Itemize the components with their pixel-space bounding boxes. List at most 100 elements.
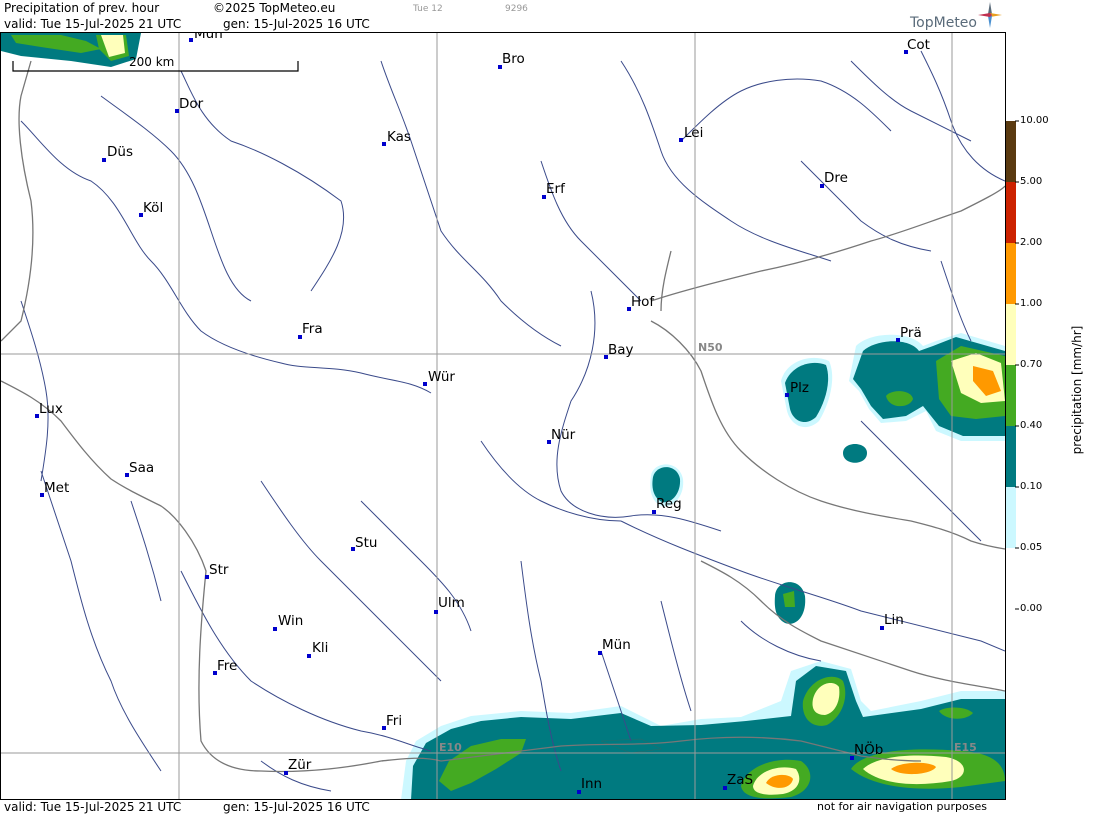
svg-text:Fri: Fri — [386, 713, 402, 729]
brand-logo-text: TopMeteo — [910, 15, 977, 31]
legend-swatch — [1006, 182, 1016, 243]
city-marker: Nür — [547, 427, 576, 444]
rivers — [20, 50, 1006, 792]
city-marker: Met — [40, 480, 69, 497]
svg-text:Ulm: Ulm — [438, 595, 465, 611]
legend-tick: 1.00 — [1020, 298, 1043, 309]
header-bar: Precipitation of prev. hour ©2025 TopMet… — [0, 0, 1005, 32]
legend-swatch — [1006, 304, 1016, 365]
svg-text:Prä: Prä — [900, 325, 922, 341]
legend-tick: 0.00 — [1020, 603, 1043, 614]
day-tag: Tue 12 — [413, 4, 443, 14]
country-borders — [0, 60, 1006, 773]
legend-swatch — [1006, 365, 1016, 426]
city-marker: Bay — [604, 342, 634, 359]
compass-logo-icon — [978, 2, 1002, 28]
footer-generated-time: gen: 15-Jul-2025 16 UTC — [223, 800, 370, 814]
svg-text:Lux: Lux — [39, 401, 63, 417]
city-marker: Stu — [351, 535, 377, 551]
city-marker: Kas — [382, 129, 411, 146]
city-marker: Erf — [542, 181, 566, 199]
city-marker: Str — [205, 562, 229, 579]
svg-text:Mün: Mün — [194, 33, 223, 42]
svg-text:Nür: Nür — [551, 427, 576, 443]
city-marker: Fre — [213, 658, 237, 675]
scale-label: 200 km — [129, 55, 174, 69]
city-marker: Wür — [423, 369, 455, 386]
city-marker: Fri — [382, 713, 402, 730]
city-marker: Inn — [577, 776, 602, 794]
svg-text:NÖb: NÖb — [854, 740, 883, 758]
svg-text:Fre: Fre — [217, 658, 237, 674]
svg-text:Dor: Dor — [179, 96, 204, 112]
legend-tick: 0.10 — [1020, 481, 1043, 492]
svg-text:ZaS: ZaS — [727, 772, 753, 788]
svg-text:Str: Str — [209, 562, 229, 578]
precipitation-map[interactable]: N50 E10 E15 200 km Mün Bro Cot Dor Kas L… — [0, 26, 1006, 800]
city-marker: Mün — [189, 26, 223, 42]
svg-text:Saa: Saa — [129, 460, 154, 476]
legend-tick: 0.40 — [1020, 420, 1043, 431]
city-marker: Düs — [102, 144, 133, 162]
svg-text:Stu: Stu — [355, 535, 377, 551]
city-marker: Lux — [35, 401, 63, 418]
city-marker: Dor — [175, 96, 204, 113]
legend-swatch — [1006, 487, 1016, 548]
city-marker: Zür — [284, 757, 312, 775]
svg-text:Win: Win — [278, 613, 303, 629]
legend-tick: 10.00 — [1020, 115, 1049, 126]
svg-text:Zür: Zür — [288, 757, 312, 773]
city-marker: Prä — [896, 325, 922, 342]
city-marker: Mün — [598, 637, 631, 655]
city-marker: Dre — [820, 170, 848, 188]
legend-tick: 0.05 — [1020, 542, 1043, 553]
svg-text:Met: Met — [44, 480, 69, 496]
city-marker: Lin — [880, 612, 904, 630]
svg-text:Wür: Wür — [428, 369, 455, 385]
city-marker: Reg — [652, 496, 682, 514]
city-marker: Win — [273, 613, 303, 631]
copyright-text: ©2025 TopMeteo.eu — [213, 1, 336, 15]
svg-text:Lin: Lin — [884, 612, 904, 628]
svg-text:Inn: Inn — [581, 776, 602, 792]
svg-text:Mün: Mün — [602, 637, 631, 653]
svg-text:Plz: Plz — [790, 380, 809, 396]
city-marker: Köl — [139, 200, 163, 217]
svg-text:Kas: Kas — [387, 129, 411, 145]
city-marker: Bro — [498, 51, 525, 69]
svg-text:Hof: Hof — [631, 294, 655, 310]
legend-title: precipitation [mm/hr] — [1070, 325, 1084, 455]
city-marker: Lei — [679, 125, 703, 142]
svg-text:Bay: Bay — [608, 342, 634, 358]
legend-tick: 2.00 — [1020, 237, 1043, 248]
city-marker: Hof — [627, 294, 655, 311]
precipitation-field — [1, 33, 1005, 800]
svg-text:Köl: Köl — [143, 200, 163, 216]
grid-label-lon15: E15 — [954, 741, 977, 754]
city-marker: Ulm — [434, 595, 465, 614]
navigation-disclaimer: not for air navigation purposes — [817, 800, 987, 813]
grid-label-lon10: E10 — [439, 741, 462, 754]
svg-text:Reg: Reg — [656, 496, 682, 512]
city-marker: Kli — [307, 640, 328, 658]
generated-time: gen: 15-Jul-2025 16 UTC — [223, 17, 370, 31]
legend-tick: 0.70 — [1020, 359, 1043, 370]
svg-text:Kli: Kli — [312, 640, 328, 656]
svg-text:Bro: Bro — [502, 51, 525, 67]
legend-swatch — [1006, 121, 1016, 182]
map-canvas: N50 E10 E15 200 km Mün Bro Cot Dor Kas L… — [0, 26, 1006, 800]
svg-text:Lei: Lei — [684, 125, 703, 141]
city-marker: Fra — [298, 321, 323, 339]
code-tag: 9296 — [505, 4, 528, 14]
city-marker: NÖb — [850, 740, 883, 760]
svg-text:Dre: Dre — [824, 170, 848, 186]
city-marker: ZaS — [723, 772, 753, 790]
svg-text:Fra: Fra — [302, 321, 323, 337]
legend-swatch — [1006, 243, 1016, 304]
valid-time: valid: Tue 15-Jul-2025 21 UTC — [4, 17, 182, 31]
footer-bar: valid: Tue 15-Jul-2025 21 UTC gen: 15-Ju… — [0, 799, 1005, 815]
grid-label-lat50: N50 — [698, 341, 723, 354]
svg-text:Erf: Erf — [546, 181, 566, 197]
svg-text:Düs: Düs — [107, 144, 133, 160]
legend-swatch — [1006, 426, 1016, 487]
